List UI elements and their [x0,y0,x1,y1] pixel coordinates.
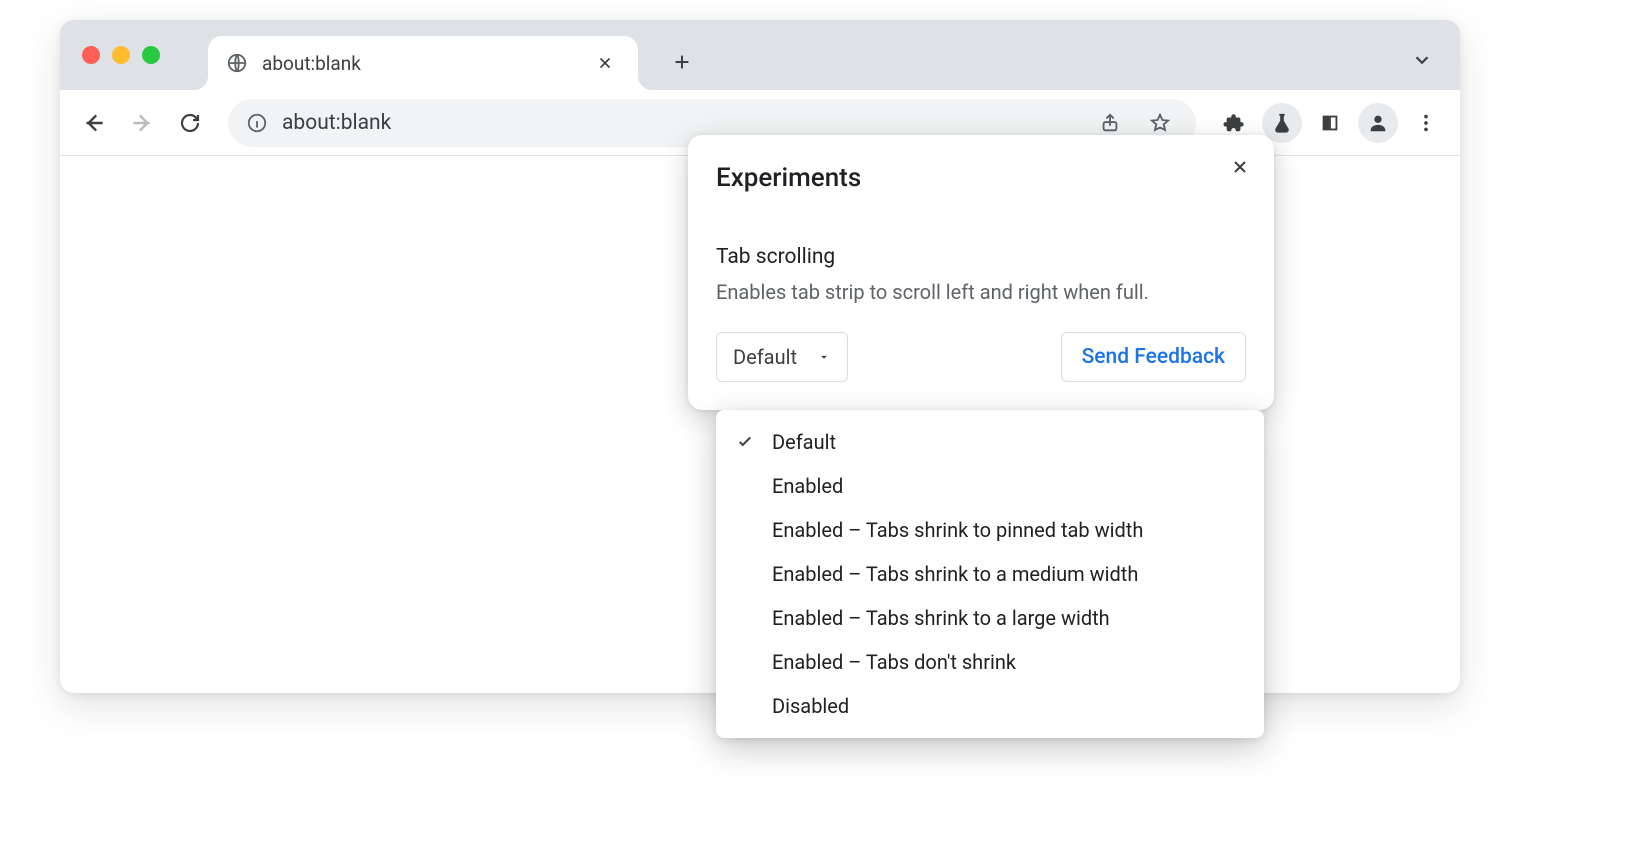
experiments-button[interactable] [1262,103,1302,143]
dropdown-option-label: Enabled [772,474,1246,498]
tab-active[interactable]: about:blank [208,36,638,90]
site-info-icon[interactable] [246,112,268,134]
dropdown-option[interactable]: Enabled – Tabs shrink to a medium width [716,552,1264,596]
popup-title: Experiments [716,163,1246,193]
overflow-menu-button[interactable] [1406,103,1446,143]
tab-title: about:blank [262,52,590,75]
experiment-select-dropdown: Default Enabled Enabled – Tabs shrink to p… [716,410,1264,738]
globe-icon [226,52,248,74]
experiments-popup: Experiments Tab scrolling Enables tab st… [688,135,1274,410]
dropdown-option[interactable]: Enabled – Tabs shrink to pinned tab widt… [716,508,1264,552]
check-icon [734,433,756,451]
dropdown-option-label: Enabled – Tabs shrink to a medium width [772,562,1246,586]
window-close-button[interactable] [82,46,100,64]
caret-down-icon [817,350,831,364]
dropdown-option-label: Enabled – Tabs don't shrink [772,650,1246,674]
dropdown-option-label: Enabled – Tabs shrink to a large width [772,606,1246,630]
dropdown-option[interactable]: Enabled [716,464,1264,508]
dropdown-option[interactable]: Enabled – Tabs shrink to a large width [716,596,1264,640]
forward-button[interactable] [122,103,162,143]
dropdown-option-label: Disabled [772,694,1246,718]
window-controls [82,46,160,64]
experiment-select[interactable]: Default [716,332,848,382]
dropdown-option-label: Enabled – Tabs shrink to pinned tab widt… [772,518,1246,542]
popup-close-button[interactable] [1222,149,1258,185]
reload-button[interactable] [170,103,210,143]
dropdown-option[interactable]: Disabled [716,684,1264,728]
address-bar-text: about:blank [282,111,1078,135]
dropdown-option-label: Default [772,430,1246,454]
experiment-description: Enables tab strip to scroll left and rig… [716,279,1246,306]
profile-button[interactable] [1358,103,1398,143]
experiment-select-value: Default [733,345,797,369]
tab-close-button[interactable] [590,48,620,78]
window-minimize-button[interactable] [112,46,130,64]
window-fullscreen-button[interactable] [142,46,160,64]
side-panel-button[interactable] [1310,103,1350,143]
tab-list-dropdown-button[interactable] [1406,44,1438,76]
tab-strip: about:blank [60,20,1460,90]
new-tab-button[interactable] [662,42,702,82]
back-button[interactable] [74,103,114,143]
send-feedback-button[interactable]: Send Feedback [1061,332,1246,382]
dropdown-option[interactable]: Enabled – Tabs don't shrink [716,640,1264,684]
dropdown-option[interactable]: Default [716,420,1264,464]
experiment-name: Tab scrolling [716,245,1246,269]
